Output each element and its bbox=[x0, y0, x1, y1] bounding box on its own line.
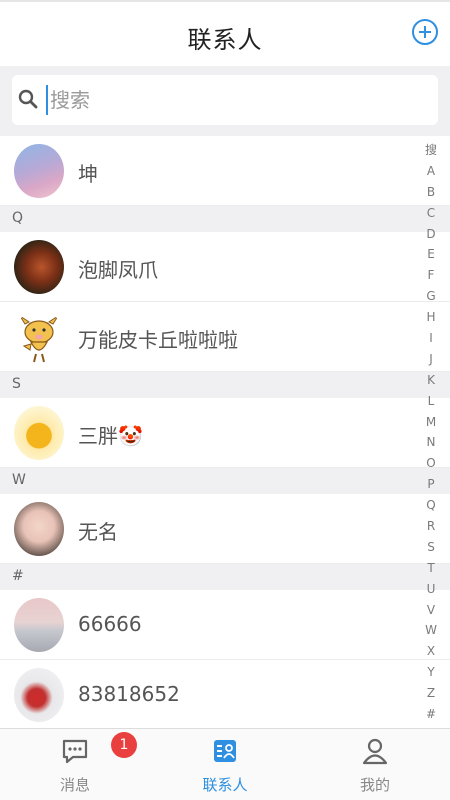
index-letter[interactable]: V bbox=[424, 600, 438, 621]
contact-name: 坤 bbox=[78, 162, 98, 186]
section-letter: S bbox=[12, 376, 21, 392]
index-letter[interactable]: U bbox=[424, 579, 438, 600]
cow-cartoon-avatar bbox=[14, 310, 64, 364]
page-title: 联系人 bbox=[187, 26, 263, 54]
section-header-hash: # bbox=[0, 564, 450, 590]
tab-messages[interactable]: 消息 1 bbox=[0, 729, 150, 800]
index-letter[interactable]: # bbox=[424, 704, 438, 725]
index-letter[interactable]: Y bbox=[424, 662, 438, 683]
contact-name: 83818652 bbox=[78, 682, 180, 706]
tab-label: 我的 bbox=[359, 776, 390, 794]
unread-badge: 1 bbox=[111, 732, 137, 758]
index-letter[interactable]: R bbox=[424, 516, 438, 537]
index-letter[interactable]: I bbox=[424, 328, 438, 349]
index-letter[interactable]: D bbox=[424, 224, 438, 245]
cow-cartoon-icon bbox=[19, 315, 59, 363]
index-letter[interactable]: K bbox=[424, 370, 438, 391]
index-letter[interactable]: J bbox=[424, 349, 438, 370]
index-letter[interactable]: P bbox=[424, 474, 438, 495]
contact-row[interactable]: 泡脚凤爪 bbox=[0, 232, 450, 302]
plus-circle-icon[interactable] bbox=[412, 19, 438, 45]
alphabet-index[interactable]: 搜 A B C D E F G H I J K L M N O P Q R S T U V W X Y Z # bbox=[424, 140, 438, 725]
index-letter[interactable]: F bbox=[424, 265, 438, 286]
contact-name: 三胖🤡 bbox=[78, 424, 143, 448]
lemon-avatar bbox=[14, 406, 64, 460]
index-letter[interactable]: G bbox=[424, 286, 438, 307]
section-header-q: Q bbox=[0, 206, 450, 232]
section-header-w: W bbox=[0, 468, 450, 494]
index-letter[interactable]: Z bbox=[424, 683, 438, 704]
food-avatar bbox=[14, 240, 64, 294]
section-header-s: S bbox=[0, 372, 450, 398]
index-letter[interactable]: T bbox=[424, 558, 438, 579]
contact-row[interactable]: 坤 bbox=[0, 136, 450, 206]
contact-name: 66666 bbox=[78, 612, 142, 636]
index-letter[interactable]: M bbox=[424, 412, 438, 433]
search-box[interactable] bbox=[12, 75, 438, 125]
search-input[interactable] bbox=[46, 85, 426, 115]
contacts-icon bbox=[214, 740, 236, 762]
contact-name: 无名 bbox=[78, 520, 118, 544]
contact-row[interactable]: 万能皮卡丘啦啦啦 bbox=[0, 302, 450, 372]
contact-name: 泡脚凤爪 bbox=[78, 258, 158, 282]
contact-row[interactable]: 83818652 bbox=[0, 660, 450, 730]
header-bar: 联系人 bbox=[0, 0, 450, 66]
boy-avatar bbox=[14, 502, 64, 556]
index-letter[interactable]: W bbox=[424, 620, 438, 641]
contact-name: 万能皮卡丘啦啦啦 bbox=[78, 328, 238, 352]
index-letter[interactable]: Q bbox=[424, 495, 438, 516]
tab-me[interactable]: 我的 bbox=[300, 729, 450, 800]
index-letter[interactable]: B bbox=[424, 182, 438, 203]
section-letter: W bbox=[12, 472, 26, 488]
index-letter[interactable]: L bbox=[424, 391, 438, 412]
tab-label: 消息 bbox=[59, 776, 90, 794]
index-letter[interactable]: C bbox=[424, 203, 438, 224]
tab-label: 联系人 bbox=[202, 776, 248, 794]
chat-bubble-icon bbox=[62, 739, 88, 764]
index-letter[interactable]: S bbox=[424, 537, 438, 558]
search-area bbox=[0, 66, 450, 136]
search-icon bbox=[18, 89, 38, 109]
person-icon bbox=[362, 738, 388, 765]
index-letter[interactable]: O bbox=[424, 453, 438, 474]
tree-avatar bbox=[14, 668, 64, 722]
index-letter[interactable]: E bbox=[424, 244, 438, 265]
contact-row[interactable]: 无名 bbox=[0, 494, 450, 564]
index-letter[interactable]: 搜 bbox=[424, 140, 438, 161]
tab-contacts[interactable]: 联系人 bbox=[150, 729, 300, 800]
index-letter[interactable]: N bbox=[424, 432, 438, 453]
sky-avatar bbox=[14, 144, 64, 198]
index-letter[interactable]: A bbox=[424, 161, 438, 182]
contact-row[interactable]: 三胖🤡 bbox=[0, 398, 450, 468]
contact-row[interactable]: 66666 bbox=[0, 590, 450, 660]
tab-bar: 消息 1 联系人 我的 bbox=[0, 728, 450, 800]
contact-list: 坤 Q 泡脚凤爪 万能皮卡丘啦啦啦 S 三胖🤡 W 无名 # 66666 838… bbox=[0, 136, 450, 730]
index-letter[interactable]: X bbox=[424, 641, 438, 662]
section-letter: Q bbox=[12, 210, 24, 226]
section-letter: # bbox=[12, 568, 24, 584]
index-letter[interactable]: H bbox=[424, 307, 438, 328]
sea-avatar bbox=[14, 598, 64, 652]
